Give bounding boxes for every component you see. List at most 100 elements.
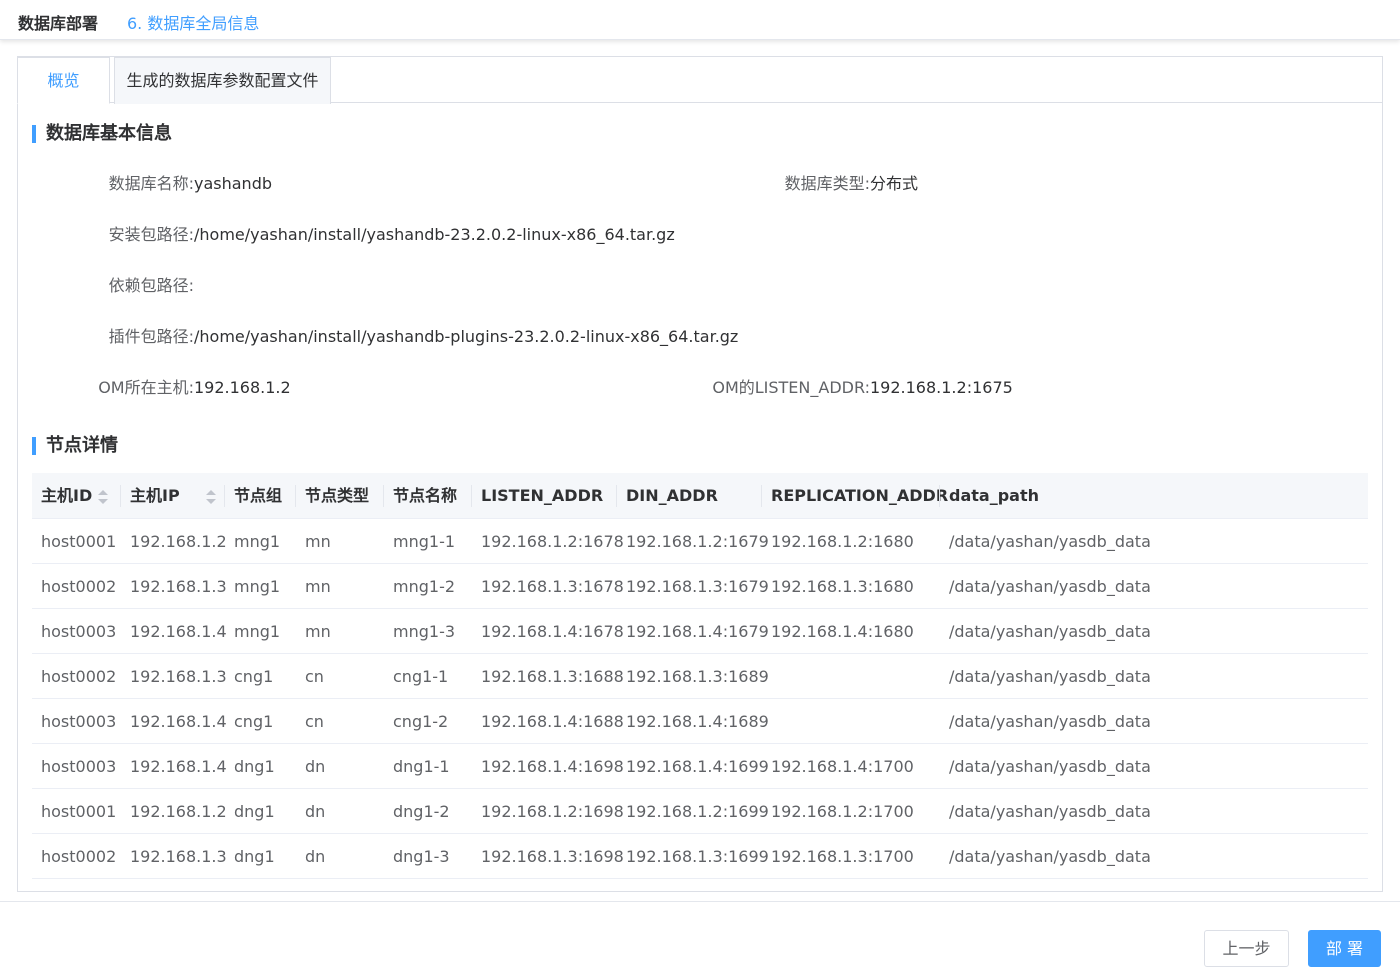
cell-node-type: mn [305, 577, 331, 596]
breadcrumb-step[interactable]: 6. 数据库全局信息 [127, 10, 259, 34]
cell-host-ip: 192.168.1.3 [130, 577, 227, 596]
cell-node-group: cng1 [234, 667, 274, 686]
install-path-value: /home/yashan/install/yashandb-23.2.0.2-l… [194, 225, 675, 244]
col-node-group: 节点组 [225, 473, 296, 519]
cell-node-group: cng1 [234, 712, 274, 731]
col-node-name: 节点名称 [384, 473, 472, 519]
cell-node-group: mng1 [234, 622, 281, 641]
cell-data-path: /data/yashan/yasdb_data [949, 802, 1151, 821]
cell-node-type: mn [305, 532, 331, 551]
cell-host-ip: 192.168.1.4 [130, 712, 227, 731]
info-plugin-path: 插件包路径:/home/yashan/install/yashandb-plug… [28, 323, 739, 347]
cell-node-name: dng1-1 [393, 757, 450, 776]
db-name-label: 数据库名称: [108, 174, 194, 193]
cell-listen-addr: 192.168.1.3:1698 [481, 847, 624, 866]
cell-host-id: host0002 [41, 577, 117, 596]
col-node-group-label: 节点组 [234, 486, 283, 505]
col-node-type: 节点类型 [296, 473, 384, 519]
cell-host-id: host0002 [41, 847, 117, 866]
tab-config-file[interactable]: 生成的数据库参数配置文件 [114, 57, 331, 104]
cell-node-type: cn [305, 667, 324, 686]
cell-node-type: mn [305, 622, 331, 641]
cell-host-id: host0003 [41, 712, 117, 731]
sort-caret-icon[interactable] [98, 489, 109, 504]
om-host-label: OM所在主机: [98, 378, 194, 397]
cell-host-ip: 192.168.1.4 [130, 757, 227, 776]
table-row: host0003 192.168.1.4 cng1 cn cng1-2 192.168.1… [32, 699, 1368, 744]
info-install-path: 安装包路径:/home/yashan/install/yashandb-23.2… [28, 221, 675, 245]
db-type-value: 分布式 [870, 174, 919, 193]
cell-node-name: mng1-1 [393, 532, 456, 551]
cell-din-addr: 192.168.1.3:1689 [626, 667, 769, 686]
om-listen-value: 192.168.1.2:1675 [870, 378, 1013, 397]
col-data-path: data_path [940, 473, 1368, 519]
prev-step-button[interactable]: 上一步 [1204, 930, 1289, 967]
col-host-ip-label: 主机IP [130, 486, 180, 505]
cell-node-name: cng1-1 [393, 667, 449, 686]
db-type-label: 数据库类型: [784, 174, 870, 193]
table-row: host0001 192.168.1.2 mng1 mn mng1-1 192.168.1… [32, 519, 1368, 564]
cell-data-path: /data/yashan/yasdb_data [949, 622, 1151, 641]
cell-replication-addr: 192.168.1.4:1700 [771, 757, 914, 776]
cell-din-addr: 192.168.1.2:1679 [626, 532, 769, 551]
cell-node-name: mng1-2 [393, 577, 456, 596]
cell-host-ip: 192.168.1.3 [130, 667, 227, 686]
col-din-addr-label: DIN_ADDR [626, 486, 718, 505]
cell-listen-addr: 192.168.1.4:1678 [481, 622, 624, 641]
cell-node-group: dng1 [234, 802, 275, 821]
install-path-label: 安装包路径: [108, 225, 194, 244]
cell-listen-addr: 192.168.1.4:1688 [481, 712, 624, 731]
table-row: host0002 192.168.1.3 cng1 cn cng1-1 192.168.1… [32, 654, 1368, 699]
cell-node-name: dng1-2 [393, 802, 450, 821]
cell-node-group: dng1 [234, 847, 275, 866]
breadcrumb-title: 数据库部署 [18, 14, 99, 33]
cell-data-path: /data/yashan/yasdb_data [949, 712, 1151, 731]
table-row: host0003 192.168.1.4 mng1 mn mng1-3 192.168.1… [32, 609, 1368, 654]
cell-listen-addr: 192.168.1.4:1698 [481, 757, 624, 776]
info-om-host: OM所在主机:192.168.1.2 [28, 374, 291, 398]
cell-listen-addr: 192.168.1.3:1678 [481, 577, 624, 596]
cell-din-addr: 192.168.1.2:1699 [626, 802, 769, 821]
deploy-button[interactable]: 部 署 [1308, 930, 1381, 967]
col-listen-addr-label: LISTEN_ADDR [481, 486, 604, 505]
cell-host-ip: 192.168.1.3 [130, 847, 227, 866]
top-bar: 数据库部署 6. 数据库全局信息 [0, 0, 1400, 40]
cell-node-type: dn [305, 847, 326, 866]
footer-divider [0, 901, 1400, 902]
om-host-value: 192.168.1.2 [194, 378, 291, 397]
cell-listen-addr: 192.168.1.3:1688 [481, 667, 624, 686]
table-row: host0002 192.168.1.3 dng1 dn dng1-3 192.168.1… [32, 834, 1368, 879]
cell-data-path: /data/yashan/yasdb_data [949, 667, 1151, 686]
col-data-path-label: data_path [949, 486, 1039, 505]
cell-node-group: mng1 [234, 577, 281, 596]
info-db-type: 数据库类型:分布式 [704, 170, 918, 194]
db-name-value: yashandb [194, 174, 273, 193]
table-row: host0001 192.168.1.2 dng1 dn dng1-2 192.168.1… [32, 789, 1368, 834]
table-header: 主机ID 主机IP 节点组 节点类型 节点名称 LISTEN_ADDR DIN_… [32, 473, 1368, 519]
cell-node-name: dng1-3 [393, 847, 450, 866]
col-host-id[interactable]: 主机ID [32, 473, 121, 519]
cell-din-addr: 192.168.1.3:1679 [626, 577, 769, 596]
cell-listen-addr: 192.168.1.2:1698 [481, 802, 624, 821]
info-om-listen: OM的LISTEN_ADDR:192.168.1.2:1675 [704, 374, 1013, 398]
cell-host-ip: 192.168.1.2 [130, 802, 227, 821]
info-db-name: 数据库名称:yashandb [28, 170, 272, 194]
tab-overview[interactable]: 概览 [17, 57, 110, 104]
sort-caret-icon[interactable] [205, 489, 216, 504]
cell-replication-addr: 192.168.1.2:1680 [771, 532, 914, 551]
info-depend-path: 依赖包路径: [28, 272, 194, 296]
cell-host-ip: 192.168.1.4 [130, 622, 227, 641]
cell-node-name: cng1-2 [393, 712, 449, 731]
col-host-ip[interactable]: 主机IP [121, 473, 225, 519]
table-row: host0002 192.168.1.3 mng1 mn mng1-2 192.168.1… [32, 564, 1368, 609]
cell-din-addr: 192.168.1.3:1699 [626, 847, 769, 866]
col-replication-addr: REPLICATION_ADDR [762, 473, 948, 519]
om-listen-label: OM的LISTEN_ADDR: [712, 378, 870, 397]
col-node-type-label: 节点类型 [305, 486, 370, 505]
cell-replication-addr: 192.168.1.3:1700 [771, 847, 914, 866]
cell-host-id: host0001 [41, 802, 117, 821]
cell-din-addr: 192.168.1.4:1689 [626, 712, 769, 731]
cell-node-type: cn [305, 712, 324, 731]
cell-node-group: dng1 [234, 757, 275, 776]
cell-replication-addr: 192.168.1.3:1680 [771, 577, 914, 596]
